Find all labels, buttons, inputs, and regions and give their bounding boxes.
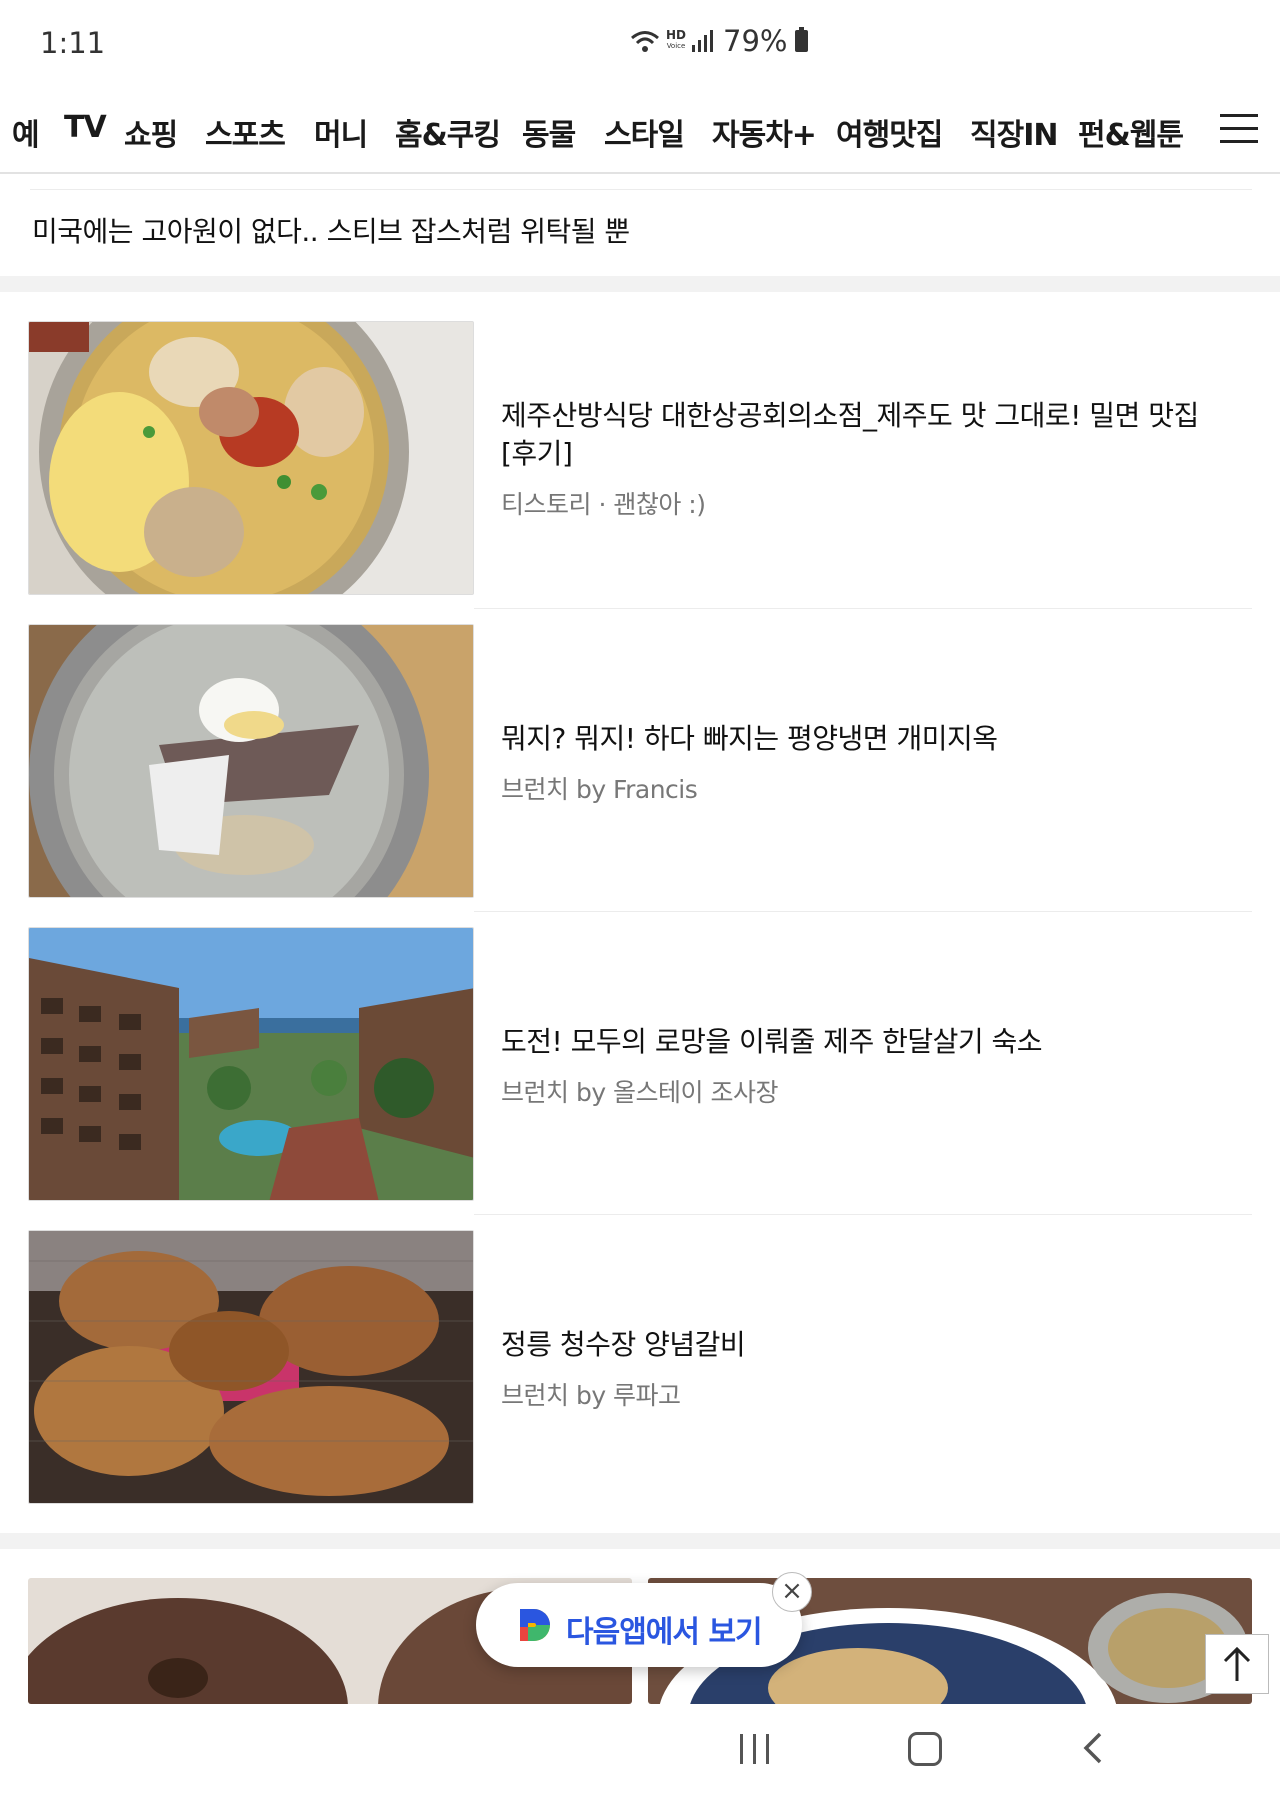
grilled-galbi-photo: [29, 1231, 473, 1503]
arrow-up-icon: [1223, 1646, 1251, 1681]
article-source: 티스토리 · 괜찮아 :): [501, 490, 706, 519]
close-icon[interactable]: ×: [772, 1572, 812, 1612]
status-icons: HD Voice 79%: [630, 24, 809, 58]
nav-item-tv[interactable]: TV: [64, 110, 107, 145]
daum-d-logo: [520, 1609, 550, 1641]
nav-item-animals[interactable]: 동물: [522, 110, 576, 154]
article-title[interactable]: 뭐지? 뭐지! 하다 빠지는 평양냉면 개미지옥: [501, 720, 1221, 758]
article-thumbnail[interactable]: [28, 927, 474, 1201]
article-item[interactable]: 도전! 모두의 로망을 이뤄줄 제주 한달살기 숙소 브런치 by 올스테이 조…: [28, 927, 1252, 1201]
article-item[interactable]: 정릉 청수장 양념갈비 브런치 by 루파고: [28, 1230, 1252, 1504]
nav-item-sports[interactable]: 스포츠: [205, 110, 286, 154]
article-item[interactable]: 제주산방식당 대한상공회의소점_제주도 맛 그대로! 밀면 맛집[후기] 티스토…: [28, 321, 1252, 595]
article-source: 브런치 by Francis: [501, 775, 698, 804]
hd-voice-icon: HD Voice: [666, 28, 687, 50]
category-nav: 예 TV 쇼핑 스포츠 머니 홈&쿠킹 동물 스타일 자동차+ 여행맛집 직장I…: [0, 100, 1280, 174]
home-icon[interactable]: [908, 1732, 942, 1766]
article-item[interactable]: 뭐지? 뭐지! 하다 빠지는 평양냉면 개미지옥 브런치 by Francis: [28, 624, 1252, 898]
recent-apps-icon[interactable]: [740, 1734, 770, 1764]
hamburger-icon[interactable]: [1220, 114, 1258, 144]
naengmyeon-dumpling-soup-photo: [29, 322, 473, 594]
scroll-top-button[interactable]: [1205, 1634, 1269, 1694]
nav-item-home-cooking[interactable]: 홈&쿠킹: [395, 110, 501, 154]
headline-link[interactable]: 미국에는 고아원이 없다.. 스티브 잡스처럼 위탁될 뿐: [32, 210, 630, 250]
article-thumbnail[interactable]: [28, 624, 474, 898]
nav-item-money[interactable]: 머니: [314, 110, 368, 154]
nav-item-partial[interactable]: 예: [12, 110, 40, 154]
nav-item-shopping[interactable]: 쇼핑: [124, 110, 178, 154]
article-title[interactable]: 정릉 청수장 양념갈비: [501, 1326, 1221, 1364]
article-thumbnail[interactable]: [28, 321, 474, 595]
open-in-app-button[interactable]: 다음앱에서 보기: [476, 1583, 802, 1667]
divider: [474, 911, 1252, 912]
divider: [30, 189, 1252, 190]
article-title[interactable]: 제주산방식당 대한상공회의소점_제주도 맛 그대로! 밀면 맛집[후기]: [501, 397, 1221, 473]
divider: [474, 608, 1252, 609]
nav-item-style[interactable]: 스타일: [604, 110, 685, 154]
article-thumbnail[interactable]: [28, 1230, 474, 1504]
back-icon[interactable]: [1080, 1732, 1110, 1764]
signal-icon: [692, 30, 714, 52]
status-time: 1:11: [40, 26, 106, 60]
article-source: 브런치 by 올스테이 조사장: [501, 1078, 779, 1107]
article-source: 브런치 by 루파고: [501, 1381, 681, 1410]
nav-item-auto[interactable]: 자동차+: [712, 110, 817, 154]
article-title[interactable]: 도전! 모두의 로망을 이뤄줄 제주 한달살기 숙소: [501, 1023, 1221, 1061]
wifi-icon: [631, 31, 659, 52]
battery-percent: 79%: [723, 24, 788, 58]
open-in-app-label: 다음앱에서 보기: [566, 1615, 763, 1650]
nav-item-travel-food[interactable]: 여행맛집: [836, 110, 943, 154]
nav-item-fun-webtoon[interactable]: 펀&웹툰: [1078, 110, 1184, 154]
section-separator: [0, 1533, 1280, 1549]
nav-item-office[interactable]: 직장IN: [970, 110, 1058, 154]
battery-icon: [795, 27, 809, 52]
pyongyang-naengmyeon-photo: [29, 625, 473, 897]
section-separator: [0, 276, 1280, 292]
status-bar: 1:11 HD Voice 79%: [0, 0, 1280, 88]
system-nav-bar: [0, 1704, 1280, 1793]
jeju-resort-photo: [29, 928, 473, 1200]
divider: [474, 1214, 1252, 1215]
